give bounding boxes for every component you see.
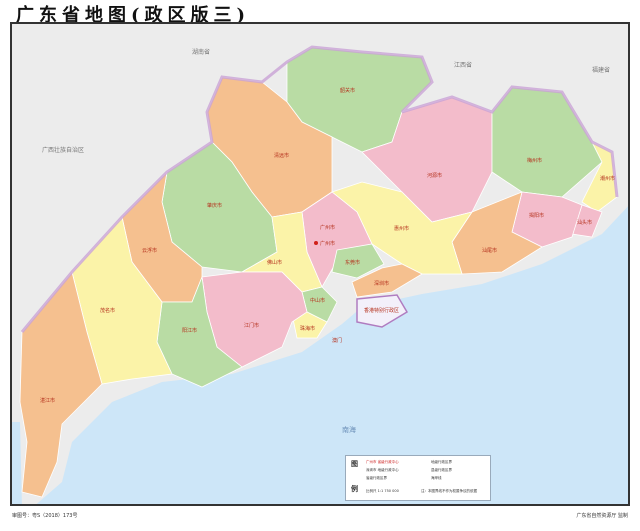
legend: 图 例 广州市 省级行政中心 深圳市 地级行政中心 省级行政区界 地级行政区界 … [345,455,491,501]
map-frame: 湖南省 江西省 福建省 广西壮族自治区 南海 韶关市 清远市 肇庆市 河源市 梅… [10,22,630,506]
legend-note: 注：本图界线不作为权属争议的依据 [421,489,477,493]
city-label: 梅州市 [527,157,542,164]
city-label: 茂名市 [100,307,115,314]
label-south-sea: 南海 [342,425,356,434]
label-guangxi: 广西壮族自治区 [42,146,84,154]
city-label: 云浮市 [142,247,157,254]
legend-item: 海岸线 [431,476,442,480]
city-label: 韶关市 [340,87,355,94]
legend-heading-1: 图 [351,460,358,468]
city-label: 阳江市 [182,327,197,334]
city-label: 广州市 [320,224,335,231]
city-label: 东莞市 [345,259,360,266]
capital-star-icon [314,241,318,245]
city-label: 河源市 [427,172,442,179]
producer-credit: 广东省自然资源厅 监制 [576,513,628,519]
legend-item: 地级行政区界 [431,460,452,464]
label-fujian: 福建省 [592,66,610,74]
city-label: 澳门 [332,337,342,344]
region-meizhou[interactable] [491,86,603,198]
city-label: 中山市 [310,297,325,304]
city-label: 清远市 [274,152,289,159]
label-hunan: 湖南省 [192,48,210,56]
legend-item: 深圳市 地级行政中心 [366,468,399,472]
city-label: 汕尾市 [482,247,497,254]
city-label: 佛山市 [267,259,282,266]
city-label: 湛江市 [40,397,55,404]
city-label: 揭阳市 [529,212,544,219]
legend-heading-2: 例 [351,485,358,493]
city-label: 珠海市 [300,325,315,332]
capital-label: 广州市 [320,240,335,247]
city-label: 肇庆市 [207,202,222,209]
city-label: 香港特别行政区 [364,307,399,314]
legend-item: 省级行政区界 [366,476,387,480]
label-jiangxi: 江西省 [454,61,472,69]
map-canvas[interactable]: 湖南省 江西省 福建省 广西壮族自治区 南海 韶关市 清远市 肇庆市 河源市 梅… [12,24,630,506]
city-label: 深圳市 [374,280,389,287]
sea-west [12,422,22,504]
legend-item: 县级行政区界 [431,468,452,472]
legend-item: 广州市 省级行政中心 [366,460,399,464]
city-label: 汕头市 [577,219,592,226]
approval-number: 审图号：粤S（2018）173号 [12,513,78,519]
legend-scale: 比例尺 1:1 750 000 [366,489,399,493]
city-label: 潮州市 [600,175,615,182]
city-label: 江门市 [244,322,259,329]
city-label: 惠州市 [394,225,409,232]
